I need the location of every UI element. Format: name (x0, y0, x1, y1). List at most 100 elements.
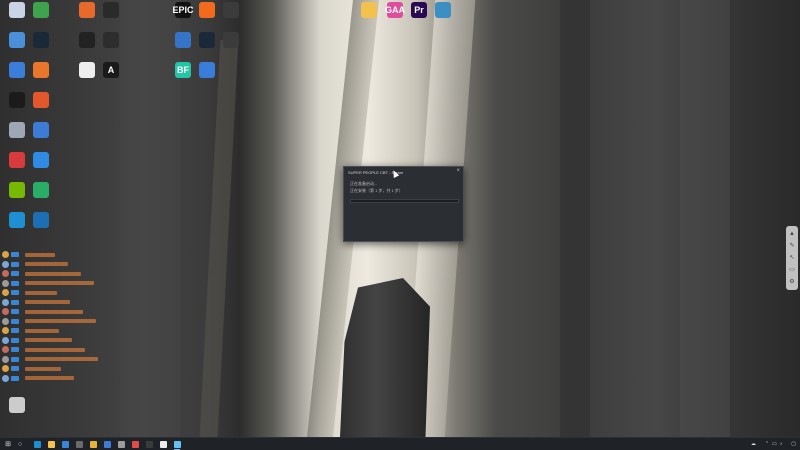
taskbar-app[interactable] (86, 438, 100, 450)
avatar (2, 346, 9, 353)
desktop-shortcut[interactable] (28, 182, 54, 214)
volume-icon[interactable]: ♪ (780, 441, 783, 447)
chat-text-bar (25, 309, 83, 314)
chat-badge (11, 366, 19, 371)
desktop-shortcut[interactable] (28, 32, 54, 64)
desktop-shortcut[interactable] (194, 32, 220, 64)
avatar (2, 260, 9, 268)
desktop-shortcut[interactable] (218, 2, 244, 34)
notification-icon[interactable]: ▢ (791, 441, 796, 447)
steam-icon (33, 32, 49, 48)
desktop-shortcut[interactable] (4, 212, 30, 244)
desktop-shortcut[interactable]: EPIC (170, 2, 196, 34)
taskbar-app[interactable] (170, 438, 184, 450)
desktop-shortcut[interactable] (4, 92, 30, 124)
desktop-shortcut[interactable] (28, 62, 54, 94)
app-icon: GAA (385, 2, 405, 18)
edge-icon (33, 440, 41, 448)
desktop-shortcut[interactable]: GAA (382, 2, 408, 34)
desktop-shortcut[interactable] (194, 62, 220, 94)
desktop-shortcut[interactable] (28, 212, 54, 244)
chat-message (2, 355, 98, 364)
desktop-shortcut[interactable] (4, 152, 30, 184)
avatar (2, 251, 9, 258)
avatar (2, 374, 9, 382)
desktop-shortcut[interactable] (194, 2, 220, 34)
app-icon (79, 2, 95, 18)
taskbar-app[interactable] (44, 438, 58, 450)
avatar (2, 336, 9, 344)
desktop-shortcut[interactable]: A (98, 62, 124, 94)
desktop-shortcut[interactable] (4, 32, 30, 64)
app-icon (33, 92, 49, 108)
desktop-shortcut[interactable] (430, 2, 456, 34)
desktop-shortcut[interactable] (74, 2, 100, 34)
app-icon (103, 440, 111, 448)
desktop-shortcut[interactable] (4, 62, 30, 94)
taskbar-app[interactable] (142, 438, 156, 450)
network-icon[interactable]: ▭ (772, 441, 777, 447)
chat-message (2, 317, 96, 326)
taskbar-app[interactable] (72, 438, 86, 450)
steam-icon (173, 440, 181, 448)
desktop-shortcut[interactable] (28, 152, 54, 184)
desktop-shortcut[interactable] (98, 32, 124, 64)
steam-icon (199, 32, 215, 48)
desktop-shortcut[interactable] (356, 2, 382, 34)
dialog-step-text: 正在安装（第 1 步，共 1 步） (350, 188, 403, 193)
steam-launch-dialog: SUPER PEOPLE CBT - Steam × 正在准备启动... 正在安… (343, 166, 464, 242)
app-icon (145, 440, 153, 448)
start-icon[interactable]: ⊞ (2, 438, 14, 450)
desktop-shortcut[interactable] (74, 32, 100, 64)
chevron-up-icon[interactable]: ⌃ (765, 441, 769, 447)
app-icon (9, 32, 25, 48)
app-icon (117, 440, 125, 448)
desktop-shortcut[interactable] (98, 2, 124, 34)
desktop-shortcut[interactable] (28, 92, 54, 124)
desktop-shortcut[interactable] (218, 32, 244, 64)
desktop-shortcut[interactable] (4, 182, 30, 214)
screen-icon[interactable]: ▭ (789, 267, 796, 274)
app-icon (9, 397, 25, 413)
settings-icon[interactable]: ⚙ (789, 279, 796, 286)
app-icon (9, 2, 25, 18)
chat-text-bar (25, 252, 55, 257)
wolf-icon (79, 32, 95, 48)
pointer-icon[interactable]: ↖ (789, 255, 796, 262)
edge-icon (9, 212, 25, 228)
game-icon (223, 32, 239, 48)
taskbar-app[interactable] (58, 438, 72, 450)
weather-icon[interactable]: ☁ (751, 441, 756, 447)
desktop-shortcut[interactable] (74, 62, 100, 94)
app-icon: A (103, 62, 119, 78)
file-explorer-icon (47, 440, 55, 448)
taskbar-app[interactable] (156, 438, 170, 450)
desktop-shortcut[interactable] (170, 32, 196, 64)
desktop-shortcut[interactable]: BF (170, 62, 196, 94)
desktop-shortcut[interactable]: Pr (406, 2, 432, 34)
pen-icon[interactable]: ✎ (789, 243, 796, 250)
desktop-shortcut[interactable] (28, 2, 54, 34)
desktop-shortcut[interactable] (4, 122, 30, 154)
search-icon[interactable]: ○ (14, 438, 26, 450)
avatar (2, 317, 9, 325)
app-icon (75, 440, 83, 448)
taskbar-app[interactable] (128, 438, 142, 450)
store-icon (61, 440, 69, 448)
avatar (2, 308, 9, 315)
app-icon (175, 32, 191, 48)
app-icon (33, 2, 49, 18)
taskbar-app[interactable] (100, 438, 114, 450)
taskbar-app[interactable] (114, 438, 128, 450)
chat-message (2, 364, 61, 373)
desktop-shortcut[interactable] (28, 122, 54, 154)
close-icon[interactable]: × (456, 168, 460, 174)
chat-text-bar (25, 300, 70, 304)
up-icon[interactable]: ▲ (789, 231, 796, 238)
chat-badge (11, 337, 19, 343)
system-tray: ☁ ⌃ ▭ ♪ ▢ (751, 438, 796, 450)
dialog-status-text: 正在准备启动... (350, 181, 378, 186)
desktop-shortcut[interactable] (4, 2, 30, 34)
taskbar-app[interactable] (30, 438, 44, 450)
desktop-shortcut[interactable] (4, 397, 30, 429)
